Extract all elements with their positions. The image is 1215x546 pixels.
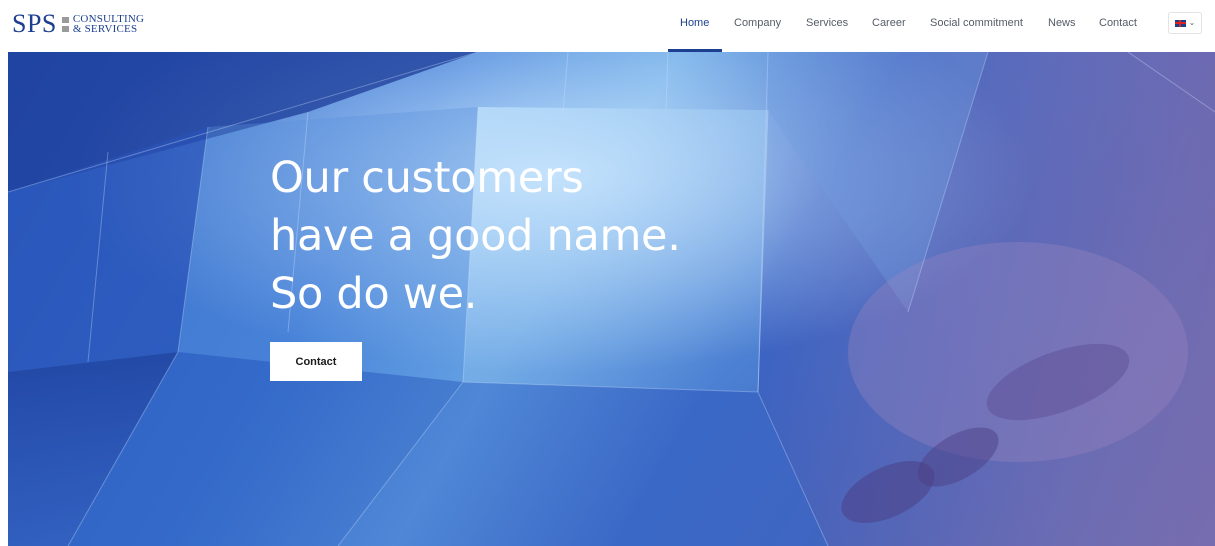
headline-line-2: have a good name.: [270, 211, 681, 261]
contact-button[interactable]: Contact: [270, 342, 362, 381]
chevron-down-icon: ⌄: [1188, 18, 1196, 27]
nav-career[interactable]: Career: [872, 17, 906, 29]
nav-contact[interactable]: Contact: [1099, 17, 1137, 29]
main-nav: Home Company Services Career Social comm…: [0, 0, 1215, 52]
nav-company[interactable]: Company: [734, 17, 781, 29]
hero-banner: Our customers have a good name. So do we…: [8, 52, 1215, 546]
language-selector[interactable]: ⌄: [1168, 12, 1202, 34]
headline-line-3: So do we.: [270, 269, 478, 319]
headline-line-1: Our customers: [270, 153, 584, 203]
uk-flag-icon: [1174, 19, 1186, 27]
nav-social-commitment[interactable]: Social commitment: [930, 17, 1023, 29]
nav-home[interactable]: Home: [680, 17, 709, 29]
hero-headline: Our customers have a good name. So do we…: [270, 149, 830, 323]
nav-services[interactable]: Services: [806, 17, 848, 29]
site-header: SPS CONSULTING & SERVICES Home Company S…: [0, 0, 1215, 52]
nav-news[interactable]: News: [1048, 17, 1076, 29]
